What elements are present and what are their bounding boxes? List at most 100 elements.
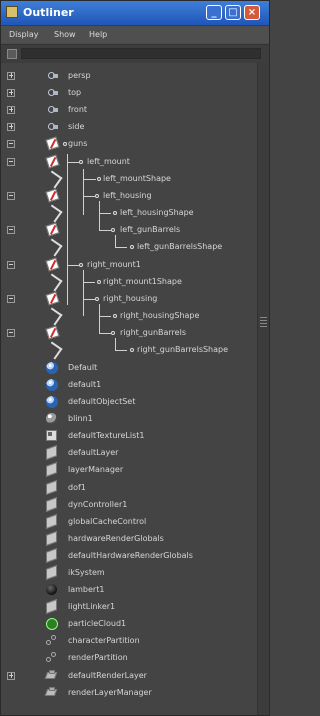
filter-toggle-button[interactable]: [7, 49, 17, 59]
outliner-row-left_mount[interactable]: left_mount: [1, 153, 257, 170]
outliner-row-label: blinn1: [68, 414, 93, 423]
close-button[interactable]: ×: [244, 5, 260, 20]
shape-icon: [47, 344, 59, 354]
outliner-row-right_housing[interactable]: right_housing: [1, 290, 257, 307]
outliner-row-label: globalCacheControl: [68, 517, 147, 526]
outliner-row-dynController1[interactable]: dynController1: [1, 496, 257, 513]
expand-icon[interactable]: [7, 72, 15, 80]
collapse-icon[interactable]: [7, 261, 15, 269]
collapse-icon[interactable]: [7, 226, 15, 234]
outliner-row-defaultHardwareRenderGlobals[interactable]: defaultHardwareRenderGlobals: [1, 547, 257, 564]
outliner-row-left_housing[interactable]: left_housing: [1, 187, 257, 204]
outliner-row-label: defaultObjectSet: [68, 397, 136, 406]
collapse-icon[interactable]: [7, 158, 15, 166]
sphere-icon: [46, 413, 57, 424]
collapse-icon[interactable]: [7, 192, 15, 200]
outliner-row-lightLinker1[interactable]: lightLinker1: [1, 598, 257, 615]
expand-icon[interactable]: [7, 123, 15, 131]
transform-icon: [45, 291, 60, 306]
hierarchy-node-icon: [95, 297, 99, 301]
minimize-button[interactable]: _: [206, 5, 222, 20]
menu-help[interactable]: Help: [89, 30, 107, 39]
outliner-row-renderPartition[interactable]: renderPartition: [1, 649, 257, 666]
outliner-row-label: side: [68, 122, 85, 131]
hierarchy-node-icon: [63, 142, 67, 146]
outliner-row-label: defaultTextureList1: [68, 431, 145, 440]
blue-sphere-icon: [46, 379, 58, 391]
outliner-row-left_housingShape[interactable]: left_housingShape: [1, 204, 257, 221]
shape-icon: [47, 173, 59, 183]
outliner-row-left_gunBarrels[interactable]: left_gunBarrels: [1, 221, 257, 238]
cube-icon: [46, 444, 57, 461]
outliner-row-defaultLayer[interactable]: defaultLayer: [1, 444, 257, 461]
outliner-row-label: dof1: [68, 483, 86, 492]
expand-icon[interactable]: [7, 89, 15, 97]
outliner-row-dof1[interactable]: dof1: [1, 479, 257, 496]
outliner-row-defaultRenderLayer[interactable]: defaultRenderLayer: [1, 667, 257, 684]
outliner-row-particleCloud1[interactable]: particleCloud1: [1, 615, 257, 632]
outliner-row-front[interactable]: front: [1, 101, 257, 118]
outliner-row-label: guns: [68, 139, 88, 148]
expand-icon[interactable]: [7, 672, 15, 680]
collapse-icon[interactable]: [7, 295, 15, 303]
blue-sphere-icon: [46, 362, 58, 374]
outliner-row-label: left_housing: [103, 191, 152, 200]
outliner-row-left_gunBarrelsShape[interactable]: left_gunBarrelsShape: [1, 238, 257, 255]
outliner-row-persp[interactable]: persp: [1, 67, 257, 84]
outliner-row-globalCacheControl[interactable]: globalCacheControl: [1, 513, 257, 530]
outliner-row-label: persp: [68, 71, 91, 80]
render-layer-icon: [46, 670, 58, 681]
outliner-row-label: defaultHardwareRenderGlobals: [68, 551, 193, 560]
menu-display[interactable]: Display: [9, 30, 39, 39]
outliner-row-renderLayerManager[interactable]: renderLayerManager: [1, 684, 257, 701]
outliner-row-label: right_housingShape: [120, 311, 200, 320]
outliner-row-hardwareRenderGlobals[interactable]: hardwareRenderGlobals: [1, 530, 257, 547]
title-bar[interactable]: Outliner _ □ ×: [1, 1, 269, 26]
expand-icon[interactable]: [7, 106, 15, 114]
outliner-row-Default[interactable]: Default: [1, 359, 257, 376]
outliner-row-lambert1[interactable]: lambert1: [1, 581, 257, 598]
outliner-row-label: characterPartition: [68, 636, 140, 645]
collapse-icon[interactable]: [7, 140, 15, 148]
outliner-row-label: right_housing: [103, 294, 158, 303]
outliner-row-left_mountShape[interactable]: left_mountShape: [1, 170, 257, 187]
shape-icon: [47, 310, 59, 320]
vertical-scrollbar[interactable]: [257, 63, 269, 715]
scrollbar-grip[interactable]: [260, 317, 267, 327]
outliner-row-right_gunBarrelsShape[interactable]: right_gunBarrelsShape: [1, 341, 257, 358]
shape-icon: [47, 276, 59, 286]
outliner-row-right_mount1Shape[interactable]: right_mount1Shape: [1, 273, 257, 290]
hierarchy-node-icon: [111, 228, 115, 232]
menu-show[interactable]: Show: [54, 30, 76, 39]
maximize-button[interactable]: □: [225, 5, 241, 20]
outliner-row-ikSystem[interactable]: ikSystem: [1, 564, 257, 581]
outliner-row-characterPartition[interactable]: characterPartition: [1, 632, 257, 649]
outliner-row-side[interactable]: side: [1, 118, 257, 135]
outliner-row-blinn1[interactable]: blinn1: [1, 410, 257, 427]
outliner-row-top[interactable]: top: [1, 84, 257, 101]
collapse-icon[interactable]: [7, 329, 15, 337]
hierarchy-node-icon: [130, 348, 134, 352]
outliner-row-right_mount1[interactable]: right_mount1: [1, 256, 257, 273]
outliner-row-label: hardwareRenderGlobals: [68, 534, 164, 543]
filter-input[interactable]: [21, 48, 261, 59]
outliner-list[interactable]: persp top front side guns left_mount left_moun…: [1, 63, 257, 715]
outliner-row-label: left_housingShape: [120, 208, 194, 217]
camera-icon: [47, 88, 60, 98]
outliner-row-label: defaultLayer: [68, 448, 119, 457]
outliner-row-right_housingShape[interactable]: right_housingShape: [1, 307, 257, 324]
transform-icon: [45, 188, 60, 203]
cube-icon: [46, 564, 57, 581]
outliner-row-label: default1: [68, 380, 102, 389]
outliner-row-label: lambert1: [68, 585, 105, 594]
outliner-row-default1[interactable]: default1: [1, 376, 257, 393]
window-title: Outliner: [23, 6, 74, 19]
outliner-row-layerManager[interactable]: layerManager: [1, 461, 257, 478]
outliner-row-guns[interactable]: guns: [1, 135, 257, 152]
partition-icon: [46, 652, 58, 664]
outliner-row-right_gunBarrels[interactable]: right_gunBarrels: [1, 324, 257, 341]
outliner-row-defaultTextureList1[interactable]: defaultTextureList1: [1, 427, 257, 444]
outliner-row-defaultObjectSet[interactable]: defaultObjectSet: [1, 393, 257, 410]
outliner-row-label: left_gunBarrels: [120, 225, 181, 234]
hierarchy-node-icon: [79, 263, 83, 267]
